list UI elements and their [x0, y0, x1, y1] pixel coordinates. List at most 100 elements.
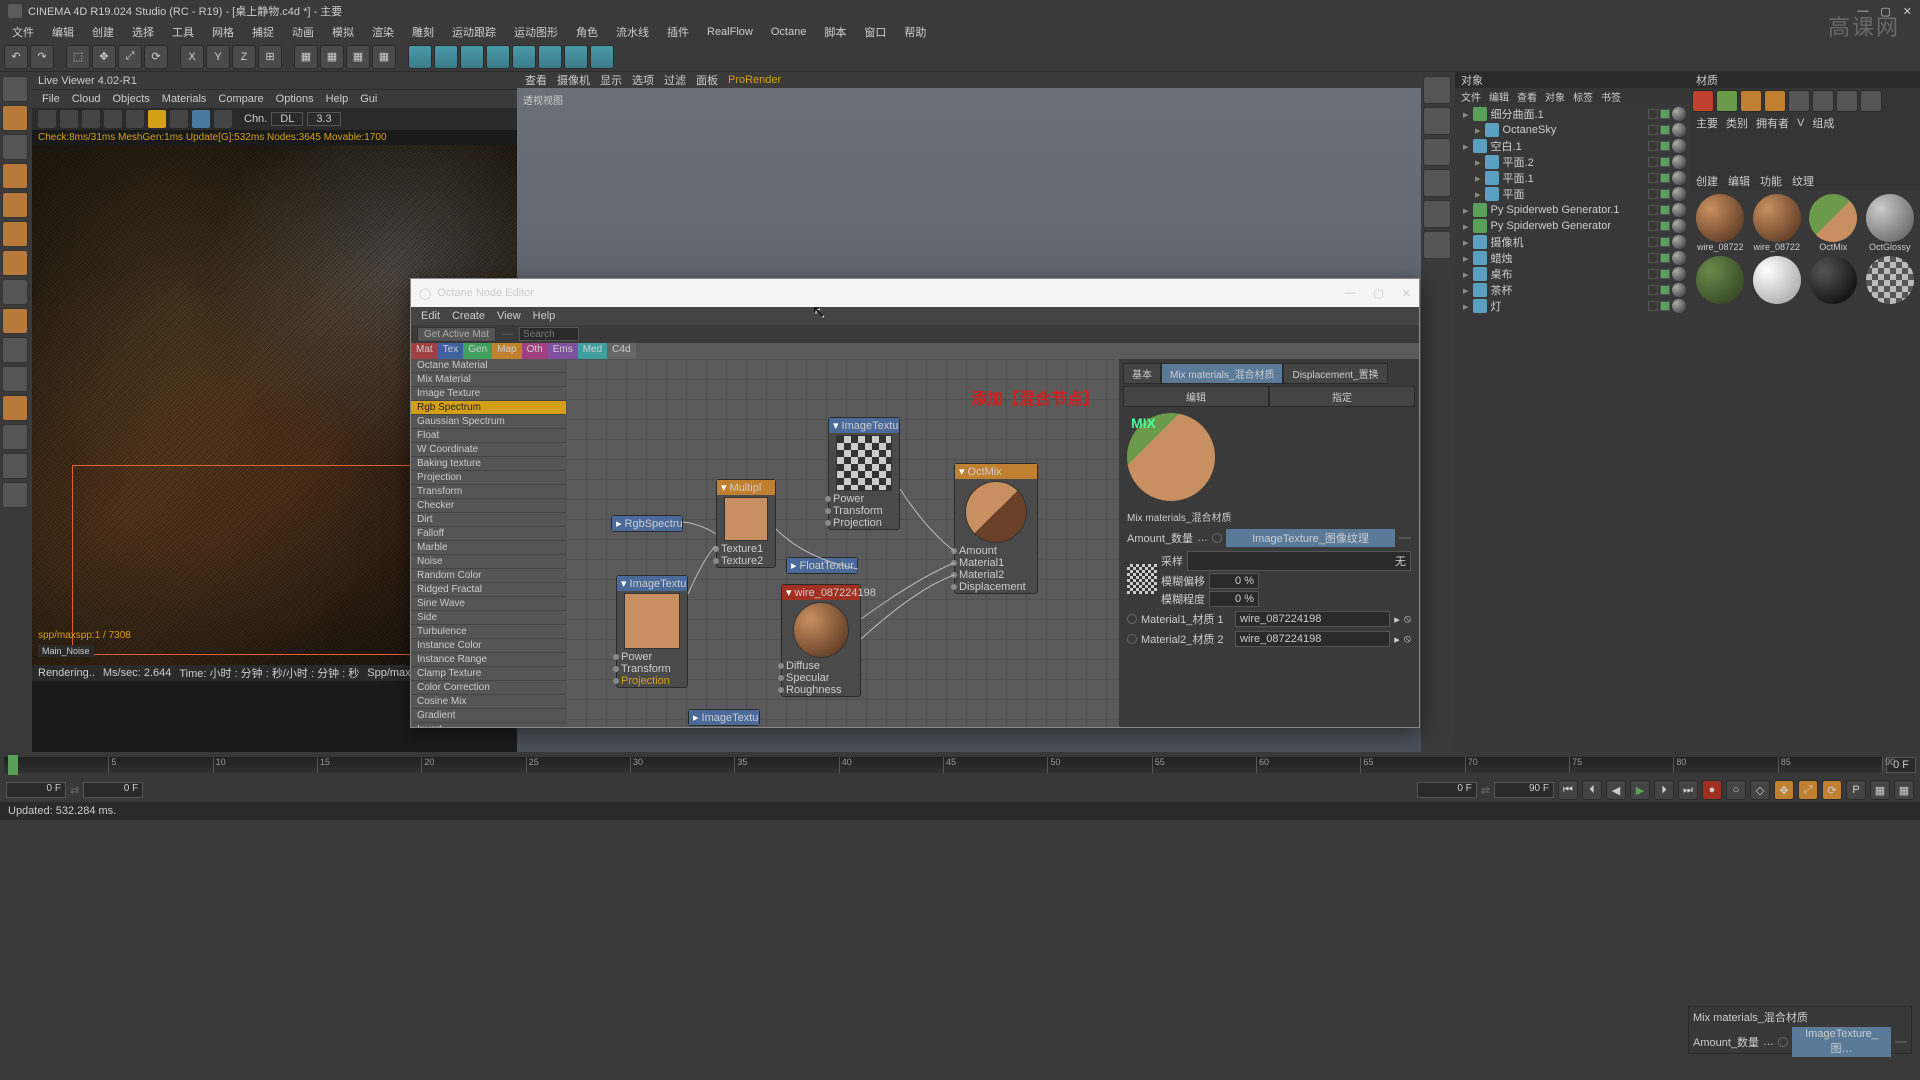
workplanes-icon[interactable] — [2, 366, 28, 392]
deformer-button[interactable] — [512, 45, 536, 69]
object-row[interactable]: ▸桌布 — [1459, 266, 1686, 282]
mat-oct8-icon[interactable] — [1860, 90, 1882, 112]
interp-value[interactable]: 无 — [1187, 551, 1411, 571]
mat-oct2-icon[interactable] — [1716, 90, 1738, 112]
viewer-menu-compare[interactable]: Compare — [218, 93, 263, 105]
spline-button[interactable] — [434, 45, 458, 69]
rotate-button[interactable]: ⟳ — [144, 45, 168, 69]
camera-nav-icon[interactable] — [1423, 200, 1451, 228]
play-button[interactable]: ▶ — [1630, 780, 1650, 800]
octane-minimize-icon[interactable]: — — [1344, 287, 1355, 300]
snap-toggle-icon[interactable] — [2, 337, 28, 363]
node-list-item[interactable]: Mix Material — [411, 373, 566, 387]
node-list-item[interactable]: Baking texture — [411, 457, 566, 471]
mat-filter-label[interactable]: 主要 — [1696, 115, 1718, 131]
menu-帮助[interactable]: 帮助 — [896, 22, 934, 42]
axis-x-button[interactable]: X — [180, 45, 204, 69]
node-list-item[interactable]: Turbulence — [411, 625, 566, 639]
mat-oct3-icon[interactable] — [1740, 90, 1762, 112]
texture-mode-icon[interactable] — [2, 134, 28, 160]
node-multiply[interactable]: ▾ Multipl Texture1 Texture2 — [716, 479, 776, 568]
menu-运动跟踪[interactable]: 运动跟踪 — [444, 22, 504, 42]
mat2-clear-icon[interactable]: ⦸ — [1404, 633, 1411, 646]
node-type-list[interactable]: Octane MaterialMix MaterialImage Texture… — [411, 359, 566, 727]
octane-tag-map[interactable]: Map — [492, 343, 521, 359]
viewer-menu-cloud[interactable]: Cloud — [72, 93, 101, 105]
menu-角色[interactable]: 角色 — [568, 22, 606, 42]
attr-subtab[interactable]: 编辑 — [1123, 386, 1269, 407]
octane-search-input[interactable] — [519, 327, 579, 341]
maximize-icon[interactable]: ▢ — [1880, 5, 1890, 18]
depth-value[interactable]: 0 % — [1209, 591, 1259, 607]
node-list-item[interactable]: Gaussian Spectrum — [411, 415, 566, 429]
octane-tag-mat[interactable]: Mat — [411, 343, 438, 359]
node-wire-material[interactable]: ▾ wire_087224198 Diffuse Specular Roughn… — [781, 584, 861, 697]
primitive-cube-button[interactable] — [408, 45, 432, 69]
start-frame-field-2[interactable]: 0 F — [83, 782, 143, 798]
node-list-item[interactable]: Invert — [411, 723, 566, 727]
material-swatch[interactable]: OctMix — [1807, 194, 1860, 252]
axis-icon[interactable] — [2, 308, 28, 334]
timeline[interactable]: 51015202530354045505560657075808590 0 F — [0, 752, 1920, 778]
octane-titlebar[interactable]: ◯ Octane Node Editor — ▢ ✕ — [411, 279, 1419, 307]
object-row[interactable]: ▸细分曲面.1 — [1459, 106, 1686, 122]
get-active-mat-button[interactable]: Get Active Mat — [417, 327, 496, 342]
node-floattexture[interactable]: ▸ FloatTextur — [786, 557, 858, 574]
node-list-item[interactable]: Clamp Texture — [411, 667, 566, 681]
node-octmix[interactable]: ▾ OctMix Amount Material1 Material2 Disp… — [954, 463, 1038, 594]
octane-maximize-icon[interactable]: ▢ — [1373, 287, 1383, 300]
amount-more-icon[interactable] — [1399, 537, 1411, 539]
mat-filter-label[interactable]: 组成 — [1812, 115, 1834, 131]
node-list-item[interactable]: Falloff — [411, 527, 566, 541]
node-list-item[interactable]: Ridged Fractal — [411, 583, 566, 597]
chn-value[interactable]: 3.3 — [307, 112, 340, 126]
viewport-menu-item[interactable]: 显示 — [600, 72, 622, 88]
menu-网格[interactable]: 网格 — [204, 22, 242, 42]
material-swatch[interactable] — [1864, 256, 1917, 304]
menu-窗口[interactable]: 窗口 — [856, 22, 894, 42]
object-row[interactable]: ▸平面.2 — [1459, 154, 1686, 170]
axis-gizmo-icon[interactable] — [1423, 169, 1451, 197]
display-icon[interactable] — [1423, 138, 1451, 166]
filter-icon[interactable] — [1423, 107, 1451, 135]
viewer-menu-gui[interactable]: Gui — [360, 93, 377, 105]
menu-雕刻[interactable]: 雕刻 — [404, 22, 442, 42]
node-list-item[interactable]: Instance Range — [411, 653, 566, 667]
viewer-reload-icon[interactable] — [60, 110, 78, 128]
poly-mode-icon[interactable] — [2, 221, 28, 247]
viewer-play-icon[interactable] — [38, 110, 56, 128]
snap-icon[interactable] — [2, 453, 28, 479]
mat1-dot[interactable] — [1127, 614, 1137, 624]
port-transform2[interactable]: Transform — [829, 505, 899, 517]
mat-menu-item[interactable]: 功能 — [1760, 173, 1782, 189]
keyframe-button[interactable]: ◇ — [1750, 780, 1770, 800]
viewport-menu-item[interactable]: 过滤 — [664, 72, 686, 88]
port-transform[interactable]: Transform — [617, 663, 687, 675]
amount-field[interactable]: ImageTexture_图像纹理 — [1226, 529, 1395, 547]
octane-menu-edit[interactable]: Edit — [421, 310, 440, 322]
port-specular[interactable]: Specular — [782, 672, 860, 684]
viewer-stop-icon[interactable] — [104, 110, 122, 128]
environment-button[interactable] — [538, 45, 562, 69]
menu-运动图形[interactable]: 运动图形 — [506, 22, 566, 42]
object-row[interactable]: ▸摄像机 — [1459, 234, 1686, 250]
menu-文件[interactable]: 文件 — [4, 22, 42, 42]
node-list-item[interactable]: Side — [411, 611, 566, 625]
end-frame-field[interactable]: 90 F — [1494, 782, 1554, 798]
node-list-item[interactable]: Rgb Spectrum — [411, 401, 566, 415]
node-canvas[interactable]: 添加【混合节点】 ▸ RgbSpectru ▾ ImageTextu Power… — [566, 359, 1119, 727]
matbrowser-slider-area[interactable] — [1690, 132, 1920, 172]
octane-tag-tex[interactable]: Tex — [438, 343, 464, 359]
mat-menu-item[interactable]: 编辑 — [1728, 173, 1750, 189]
mat1-value[interactable]: wire_087224198 — [1235, 611, 1390, 627]
menu-模拟[interactable]: 模拟 — [324, 22, 362, 42]
menu-动画[interactable]: 动画 — [284, 22, 322, 42]
node-imagetexture-2[interactable]: ▾ ImageTextu Power Transform Projection — [828, 417, 900, 530]
object-row[interactable]: ▸平面 — [1459, 186, 1686, 202]
uvpoly-icon[interactable] — [2, 279, 28, 305]
node-list-item[interactable]: Projection — [411, 471, 566, 485]
node-imagetexture-3[interactable]: ▸ ImageTextu — [688, 709, 760, 726]
viewer-pause-icon[interactable] — [82, 110, 100, 128]
node-list-item[interactable]: Checker — [411, 499, 566, 513]
br-link-dot[interactable] — [1778, 1037, 1788, 1047]
